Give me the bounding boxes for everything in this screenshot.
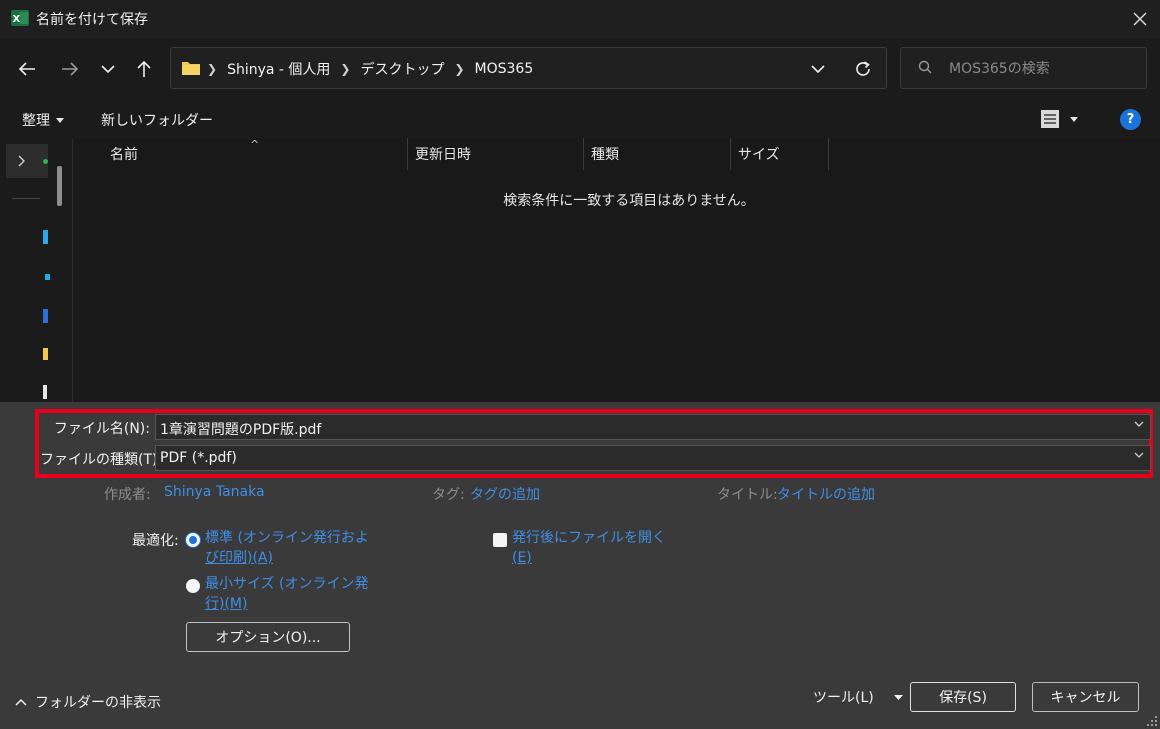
address-bar[interactable]: ❯ Shinya - 個人用 ❯ デスクトップ ❯ MOS365 [170,47,887,89]
refresh-button[interactable] [849,56,877,82]
documents-folder-icon[interactable] [43,309,48,323]
chevron-right-icon [18,155,26,167]
forward-arrow-icon [61,61,79,77]
tools-button[interactable]: ツール(L) [813,687,903,707]
optimize-label: 最適化: [132,533,179,549]
chevron-down-icon [101,64,115,74]
radio-standard[interactable] [186,533,200,547]
filetype-value: PDF (*.pdf) [160,450,237,466]
search-box[interactable] [900,47,1147,89]
radio-minimum[interactable] [186,579,200,593]
open-after-publish-label[interactable]: 発行後にファイルを開く (E) [512,528,666,568]
breadcrumb-item-onedrive[interactable]: Shinya - 個人用 [227,59,330,79]
navigation-bar: ❯ Shinya - 個人用 ❯ デスクトップ ❯ MOS365 [0,38,1160,100]
filetype-label: ファイルの種類(T): [40,452,163,468]
command-bar: 整理 新しいフォルダー ? [0,100,1160,138]
filetype-select[interactable]: PDF (*.pdf) [155,445,1151,471]
empty-list-message: 検索条件に一致する項目はありません。 [503,193,755,209]
back-button[interactable] [10,52,44,86]
title-label: タイトル: [717,487,778,503]
refresh-icon [854,60,872,78]
caret-down-icon [893,694,903,700]
up-arrow-icon [136,60,152,78]
nav-divider [12,198,40,199]
column-header-name[interactable]: 名前 [110,138,138,170]
chevron-up-icon [15,698,27,706]
chevron-right-icon: ❯ [454,62,465,76]
radio-standard-label[interactable]: 標準 (オンライン発行およ び印刷)(A) [205,528,369,568]
onedrive-status-icon [43,159,48,164]
recent-locations-button[interactable] [91,52,125,86]
options-button[interactable]: オプション(O)... [186,622,350,652]
filename-input[interactable]: 1章演習問題のPDF版.pdf [155,414,1151,440]
search-icon [918,60,932,74]
up-button[interactable] [127,52,161,86]
breadcrumb-item-mos365[interactable]: MOS365 [475,61,534,77]
resize-grip-icon[interactable] [1146,715,1158,727]
folder-icon [181,60,201,76]
save-options-panel: ファイル名(N): 1章演習問題のPDF版.pdf ファイルの種類(T): PD… [0,402,1160,729]
navigation-pane [0,138,73,402]
open-after-publish-checkbox[interactable] [493,533,507,547]
downloads-folder-icon[interactable] [45,274,50,280]
filename-label: ファイル名(N): [53,421,150,437]
new-folder-button[interactable]: 新しいフォルダー [101,110,213,130]
search-input[interactable] [949,58,1139,80]
filename-value: 1章演習問題のPDF版.pdf [160,422,322,438]
chevron-down-icon[interactable] [1134,452,1144,459]
column-divider[interactable] [730,138,731,170]
caret-down-icon [56,117,64,123]
column-divider[interactable] [828,138,829,170]
column-header-size[interactable]: サイズ [738,138,780,170]
save-button[interactable]: 保存(S) [910,682,1016,712]
help-button[interactable]: ? [1120,109,1141,130]
sort-ascending-icon: ^ [250,138,260,151]
caret-down-icon [1070,116,1078,122]
radio-minimum-label[interactable]: 最小サイズ (オンライン発 行)(M) [205,574,369,614]
author-value[interactable]: Shinya Tanaka [164,484,265,500]
pictures-folder-icon[interactable] [43,348,48,360]
breadcrumb: ❯ Shinya - 個人用 ❯ デスクトップ ❯ MOS365 [207,59,533,79]
close-icon [1133,12,1147,26]
excel-icon: X [11,10,29,26]
file-list[interactable]: ^ 名前 更新日時 種類 サイズ 検索条件に一致する項目はありません。 [74,138,1160,402]
back-arrow-icon [18,61,36,77]
nav-expand-button[interactable] [6,144,48,178]
hide-folders-button[interactable]: フォルダーの非表示 [15,692,161,712]
chevron-down-icon[interactable] [1134,421,1144,428]
organize-button[interactable]: 整理 [22,110,64,130]
organize-label: 整理 [22,113,50,129]
close-button[interactable] [1120,0,1160,38]
chevron-down-icon [811,64,825,74]
music-folder-icon[interactable] [43,385,47,399]
dialog-title: 名前を付けて保存 [36,12,148,28]
address-history-dropdown[interactable] [805,56,831,82]
svg-text:X: X [13,14,21,25]
tags-value[interactable]: タグの追加 [470,484,540,504]
details-view-icon [1040,109,1060,129]
title-value[interactable]: タイトルの追加 [777,484,875,504]
desktop-folder-icon[interactable] [43,230,48,244]
hide-folders-label: フォルダーの非表示 [35,695,161,711]
tags-label: タグ: [432,487,465,503]
column-header-type[interactable]: 種類 [591,138,619,170]
view-options-button[interactable] [1040,106,1088,132]
chevron-right-icon: ❯ [340,62,351,76]
nav-scrollbar[interactable] [57,166,62,206]
breadcrumb-item-desktop[interactable]: デスクトップ [360,59,444,79]
column-header-date-modified[interactable]: 更新日時 [415,138,471,170]
title-bar: X 名前を付けて保存 [0,0,1160,38]
column-divider[interactable] [583,138,584,170]
tools-label: ツール(L) [813,690,874,706]
chevron-right-icon: ❯ [207,62,218,76]
forward-button[interactable] [53,52,87,86]
cancel-button[interactable]: キャンセル [1032,682,1139,712]
column-divider[interactable] [407,138,408,170]
author-label: 作成者: [104,487,151,503]
